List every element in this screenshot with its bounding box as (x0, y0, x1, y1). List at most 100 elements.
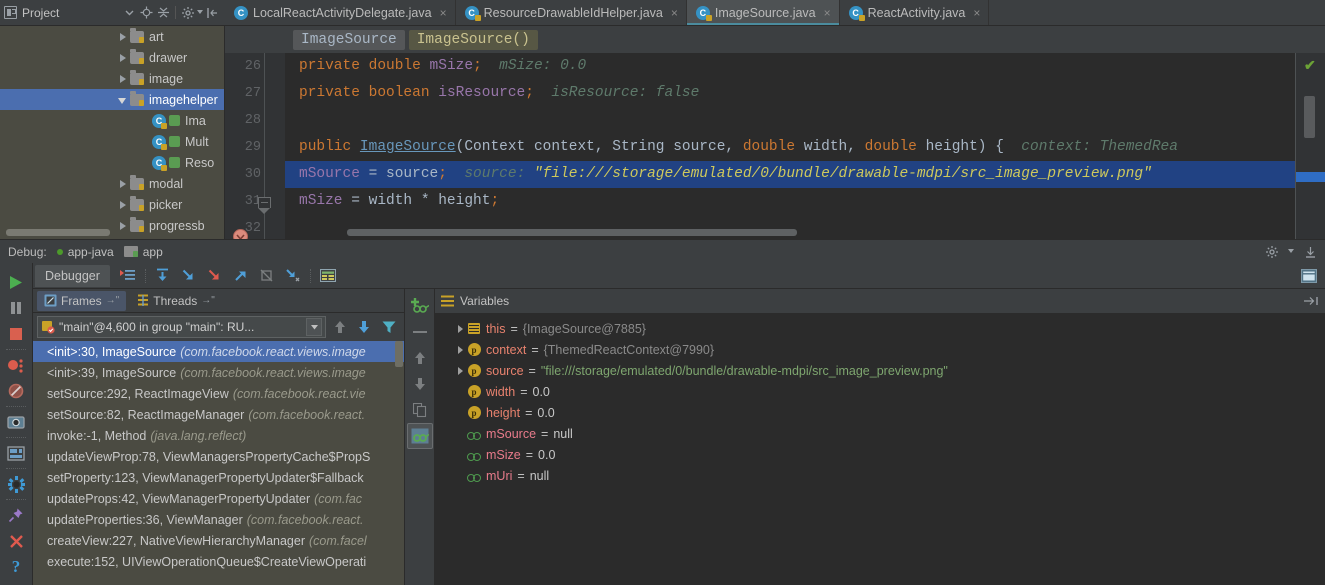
close-icon[interactable]: × (824, 6, 831, 20)
variable-row[interactable]: mUri = null (435, 465, 1325, 486)
stop-icon[interactable] (3, 321, 29, 347)
tree-node[interactable]: imagehelper (0, 89, 224, 110)
chevron-right-icon[interactable] (118, 74, 128, 84)
frame-row[interactable]: invoke:-1, Method (java.lang.reflect) (33, 425, 404, 446)
pin-tab-icon[interactable]: →" (106, 295, 120, 306)
pin-tab-icon[interactable]: →" (201, 295, 215, 306)
variable-row[interactable]: p context = {ThemedReactContext@7990} (435, 339, 1325, 360)
chevron-down-icon[interactable] (1288, 249, 1294, 254)
frame-row[interactable]: <init>:39, ImageSource (com.facebook.reac… (33, 362, 404, 383)
frame-row[interactable]: createView:227, NativeViewHierarchyManag… (33, 530, 404, 551)
code-editor[interactable]: 26 27 28 29 30 31 32 private double mSize; mSi… (225, 53, 1325, 239)
remove-icon[interactable] (407, 319, 433, 345)
frame-row[interactable]: updateProperties:36, ViewManager (com.fac… (33, 509, 404, 530)
tree-node[interactable]: C Mult (0, 131, 224, 152)
frame-row[interactable]: setSource:82, ReactImageManager (com.face… (33, 404, 404, 425)
code-line[interactable]: private double mSize; mSize: 0.0 (285, 53, 1295, 80)
locate-icon[interactable] (138, 4, 155, 21)
tree-node[interactable]: C Reso (0, 152, 224, 173)
thread-selector[interactable]: "main"@4,600 in group "main": RU... (37, 316, 326, 338)
code-line[interactable]: public ImageSource(Context context, Stri… (285, 134, 1295, 161)
breakpoint-marker[interactable] (233, 229, 248, 239)
settings-icon[interactable] (3, 471, 29, 497)
frame-row[interactable]: setSource:292, ReactImageView (com.facebo… (33, 383, 404, 404)
chevron-right-icon[interactable] (118, 221, 128, 231)
editor-tab[interactable]: C ImageSource.java × (686, 0, 840, 25)
variable-row[interactable]: p source = "file:///storage/emulated/0/bund… (435, 360, 1325, 381)
debug-module[interactable]: app (123, 245, 163, 259)
arrow-up-icon[interactable] (330, 320, 350, 334)
code-text-area[interactable]: private double mSize; mSize: 0.0 private … (285, 53, 1295, 239)
breadcrumb-method[interactable]: ImageSource() (408, 29, 538, 50)
frames-list[interactable]: <init>:30, ImageSource (com.facebook.reac… (33, 341, 404, 585)
close-icon[interactable]: × (440, 6, 447, 20)
frame-row[interactable]: updateViewProp:78, ViewManagersPropertyC… (33, 446, 404, 467)
step-into-icon[interactable] (177, 265, 201, 287)
settings-hide-icon[interactable] (1303, 296, 1319, 306)
mute-breakpoints-icon[interactable] (3, 378, 29, 404)
show-execution-point-icon[interactable] (116, 265, 140, 287)
editor-tab[interactable]: C ReactActivity.java × (839, 0, 990, 25)
tree-node[interactable]: drawer (0, 47, 224, 68)
chevron-down-icon[interactable] (121, 4, 138, 21)
frame-row[interactable]: <init>:30, ImageSource (com.facebook.reac… (33, 341, 404, 362)
editor-right-margin[interactable]: ✔ (1295, 53, 1325, 239)
editor-vertical-scrollbar[interactable] (1304, 96, 1315, 138)
frames-vertical-scrollbar[interactable] (395, 341, 403, 367)
tree-horizontal-scrollbar[interactable] (6, 229, 110, 236)
screenshot-icon[interactable] (3, 409, 29, 435)
force-step-into-icon[interactable] (203, 265, 227, 287)
copy-icon[interactable] (407, 397, 433, 423)
help-icon[interactable]: ? (3, 554, 29, 580)
inspect-icon[interactable] (406, 423, 433, 449)
settings-dropdown-icon[interactable] (196, 4, 204, 21)
evaluate-expression-icon[interactable] (316, 265, 340, 287)
close-icon[interactable] (3, 528, 29, 554)
resume-program-icon[interactable] (3, 269, 29, 295)
chevron-right-icon[interactable] (453, 346, 467, 354)
tree-node[interactable]: picker (0, 194, 224, 215)
chevron-right-icon[interactable] (118, 32, 128, 42)
frame-row[interactable]: setProperty:123, ViewManagerPropertyUpda… (33, 467, 404, 488)
project-tool-window-title[interactable]: Project (4, 6, 59, 20)
project-tree[interactable]: art drawer image imagehelper C Ima C Mult C Reso m… (0, 26, 225, 239)
step-out-icon[interactable] (229, 265, 253, 287)
frames-tab[interactable]: Threads →" (130, 291, 222, 311)
code-line[interactable]: mSize = width * height; (285, 188, 1295, 215)
close-icon[interactable]: × (671, 6, 678, 20)
chevron-right-icon[interactable] (118, 200, 128, 210)
tab-debugger[interactable]: Debugger (35, 264, 110, 287)
variable-row[interactable]: mSource = null (435, 423, 1325, 444)
chevron-down-icon[interactable] (118, 95, 128, 105)
variable-row[interactable]: p width = 0.0 (435, 381, 1325, 402)
editor-horizontal-scrollbar[interactable] (347, 229, 797, 236)
step-over-icon[interactable] (151, 265, 175, 287)
chevron-right-icon[interactable] (118, 53, 128, 63)
frame-row[interactable]: execute:152, UIViewOperationQueue$Create… (33, 551, 404, 572)
debug-configuration[interactable]: app-java (56, 245, 114, 259)
variables-tree[interactable]: this = {ImageSource@7885} p context = {ThemedR… (435, 314, 1325, 585)
chevron-right-icon[interactable] (118, 179, 128, 189)
code-line[interactable] (285, 107, 1295, 134)
hide-icon[interactable] (204, 4, 221, 21)
frames-tab[interactable]: Frames →" (37, 290, 127, 311)
tree-node[interactable]: image (0, 68, 224, 89)
code-line[interactable]: private boolean isResource; isResource: … (285, 80, 1295, 107)
close-icon[interactable]: × (973, 6, 980, 20)
add-watch-icon[interactable] (407, 293, 433, 319)
variable-row[interactable]: this = {ImageSource@7885} (435, 318, 1325, 339)
down-icon[interactable] (407, 371, 433, 397)
chevron-down-icon[interactable] (306, 318, 322, 336)
filter-icon[interactable] (378, 320, 400, 334)
pause-program-icon[interactable] (3, 295, 29, 321)
breadcrumb-class[interactable]: ImageSource (293, 29, 405, 50)
inspection-ok-icon[interactable]: ✔ (1304, 57, 1316, 74)
tree-node[interactable]: C Ima (0, 110, 224, 131)
up-icon[interactable] (407, 345, 433, 371)
settings-icon[interactable] (1266, 245, 1278, 258)
run-to-cursor-icon[interactable] (281, 265, 305, 287)
settings-icon[interactable] (179, 4, 196, 21)
chevron-right-icon[interactable] (453, 325, 467, 333)
editor-tab[interactable]: C ResourceDrawableIdHelper.java × (455, 0, 687, 25)
variable-row[interactable]: mSize = 0.0 (435, 444, 1325, 465)
